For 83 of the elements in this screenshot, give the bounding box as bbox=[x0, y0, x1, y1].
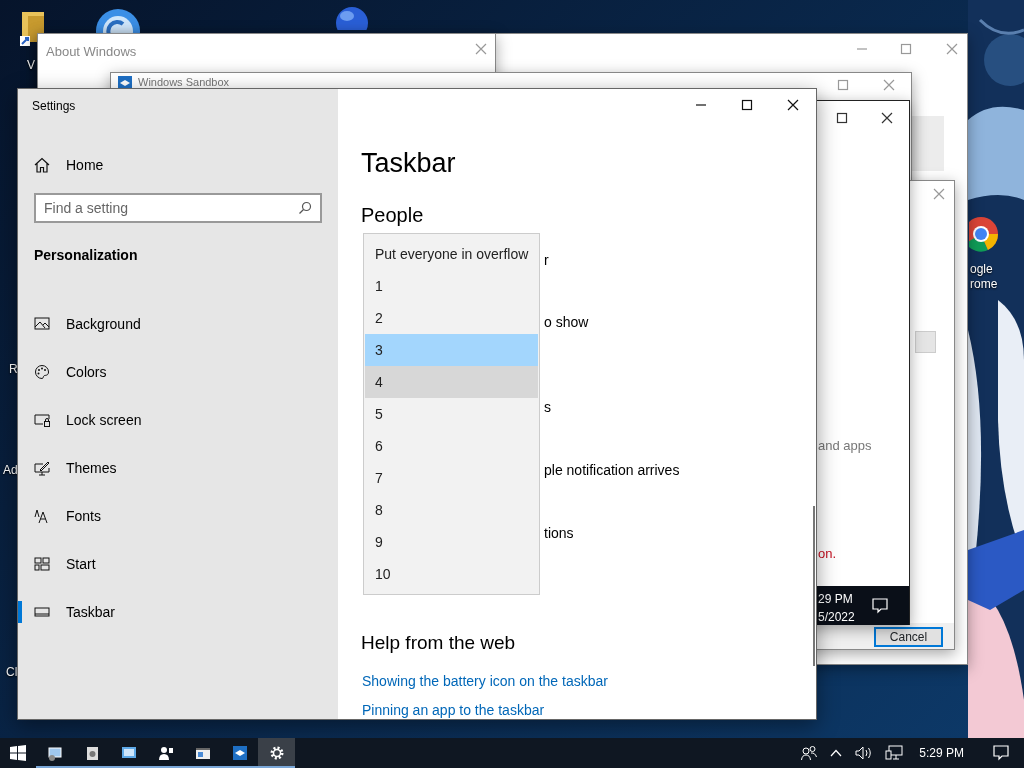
computer-management-icon bbox=[46, 745, 63, 761]
nav-item[interactable]: Start bbox=[18, 540, 338, 588]
nav-item[interactable]: Fonts bbox=[18, 492, 338, 540]
settings-icon bbox=[268, 745, 285, 761]
group-heading: People bbox=[361, 202, 425, 228]
setting-text: tions bbox=[544, 523, 575, 543]
nav-label: Home bbox=[66, 155, 104, 175]
notification-icon[interactable] bbox=[871, 597, 889, 615]
icon-label[interactable]: ogle bbox=[970, 262, 993, 276]
remote-desktop-icon bbox=[120, 745, 137, 761]
taskbar-app[interactable] bbox=[258, 738, 295, 768]
nav-item[interactable]: Lock screen bbox=[18, 396, 338, 444]
maximize-icon[interactable] bbox=[834, 110, 850, 126]
dropdown-option[interactable]: 10 bbox=[365, 558, 538, 590]
nav-label: Colors bbox=[66, 362, 107, 382]
close-icon[interactable] bbox=[879, 110, 895, 126]
dropdown-option[interactable]: 6 bbox=[365, 430, 538, 462]
window-title: About Windows bbox=[46, 43, 137, 61]
nav-item[interactable]: Colors bbox=[18, 348, 338, 396]
section-heading: Help from the web bbox=[361, 630, 517, 655]
icon-label[interactable]: Cl bbox=[6, 665, 18, 679]
network-icon[interactable] bbox=[885, 745, 904, 761]
brush-monitor-icon bbox=[34, 460, 50, 476]
globe-icon[interactable] bbox=[335, 6, 369, 30]
page-title: Taskbar bbox=[361, 147, 457, 180]
setting-text: r bbox=[544, 250, 550, 270]
help-link[interactable]: Showing the battery icon on the taskbar bbox=[362, 673, 608, 689]
image-icon bbox=[34, 316, 50, 332]
nav-item[interactable]: Taskbar bbox=[18, 588, 338, 636]
notification-icon[interactable] bbox=[992, 744, 1010, 762]
section-heading: Personalization bbox=[33, 246, 139, 265]
lock-screen-icon bbox=[34, 412, 50, 428]
icon-label[interactable]: rome bbox=[970, 277, 998, 291]
close-icon[interactable] bbox=[785, 97, 801, 113]
icon-label[interactable]: V bbox=[27, 58, 35, 72]
window-title: Windows Sandbox bbox=[138, 76, 230, 88]
clock-date: 5/2022 bbox=[818, 609, 855, 626]
fonts-icon bbox=[34, 508, 50, 524]
setting-text: and apps bbox=[818, 437, 872, 455]
setting-text: o show bbox=[544, 312, 590, 332]
nav-label: Themes bbox=[66, 458, 117, 478]
home-nav-item[interactable]: Home bbox=[18, 145, 338, 185]
dropdown-option[interactable]: 7 bbox=[365, 462, 538, 494]
people-icon[interactable] bbox=[801, 745, 818, 761]
setting-text: s bbox=[544, 397, 552, 417]
nav-label: Fonts bbox=[66, 506, 101, 526]
search-icon bbox=[298, 201, 312, 215]
tiles-icon bbox=[34, 556, 50, 572]
search-field[interactable]: Find a setting bbox=[34, 193, 322, 223]
dropdown-option[interactable]: 5 bbox=[365, 398, 538, 430]
maximize-icon[interactable] bbox=[739, 97, 755, 113]
sandbox-icon bbox=[231, 745, 248, 761]
windows-icon bbox=[10, 745, 26, 761]
nav-label: Lock screen bbox=[66, 410, 142, 430]
window-icon bbox=[194, 745, 211, 761]
volume-icon[interactable] bbox=[855, 745, 874, 761]
dropdown-option[interactable]: 2 bbox=[365, 302, 538, 334]
home-icon bbox=[34, 157, 50, 173]
dropdown-option[interactable]: 1 bbox=[365, 270, 538, 302]
setting-text: ple notification arrives bbox=[544, 460, 681, 480]
nav-label: Start bbox=[66, 554, 96, 574]
people-icon bbox=[157, 745, 174, 761]
nav-label: Background bbox=[66, 314, 141, 334]
palette-icon bbox=[34, 364, 50, 380]
clock-time: 29 PM bbox=[818, 591, 853, 608]
icon-label[interactable]: Ad bbox=[3, 463, 18, 477]
nav-label: Taskbar bbox=[66, 602, 116, 622]
help-link[interactable]: Pinning an app to the taskbar bbox=[362, 702, 545, 718]
taskbar-icon bbox=[34, 604, 50, 620]
warning-text: on. bbox=[818, 545, 837, 563]
scrollbar-thumb[interactable] bbox=[813, 506, 815, 666]
window-title: Settings bbox=[31, 98, 77, 115]
input-field[interactable] bbox=[915, 331, 936, 353]
dropdown-option[interactable]: 8 bbox=[365, 494, 538, 526]
dropdown-option[interactable]: Put everyone in overflow bbox=[365, 238, 538, 270]
dropdown-option[interactable]: 9 bbox=[365, 526, 538, 558]
cancel-button[interactable]: Cancel bbox=[874, 627, 943, 647]
dropdown-option[interactable]: 3 bbox=[365, 334, 538, 366]
dropdown-option[interactable]: 4 bbox=[365, 366, 538, 398]
nav-item[interactable]: Background bbox=[18, 300, 338, 348]
icon-label[interactable]: R bbox=[9, 362, 18, 376]
nav-item[interactable]: Themes bbox=[18, 444, 338, 492]
clock[interactable]: 5:29 PM bbox=[919, 744, 964, 762]
